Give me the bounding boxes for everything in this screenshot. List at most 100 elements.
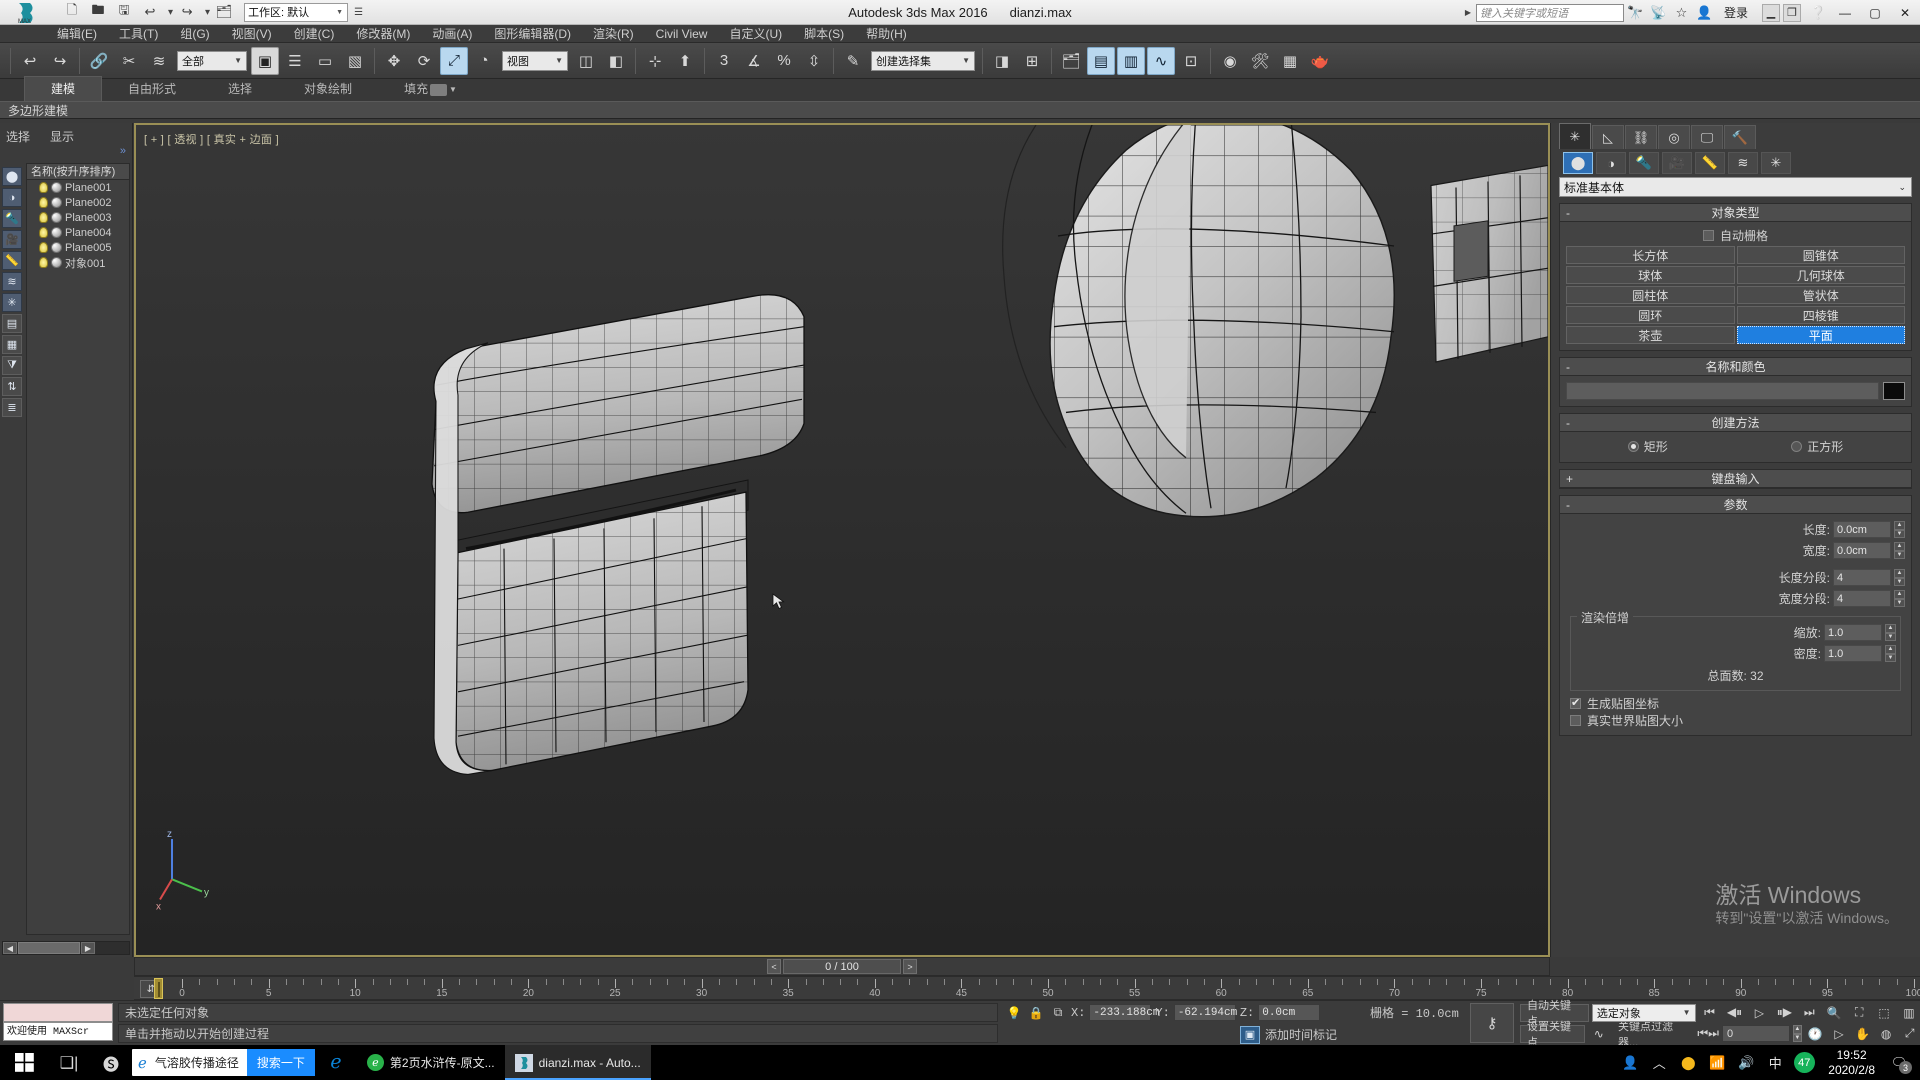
frame-readout[interactable]: 0 / 100 <box>783 959 901 974</box>
key-mode-combo[interactable]: 选定对象 ▼ <box>1591 1003 1696 1022</box>
menu-item-group[interactable]: 组(G) <box>169 25 220 43</box>
redo-icon[interactable]: ↪ <box>46 47 74 75</box>
space-warps-icon[interactable]: ≋ <box>1728 152 1758 174</box>
list-item[interactable]: Plane002 <box>27 195 129 210</box>
badge-icon[interactable]: 47 <box>1791 1045 1817 1080</box>
menu-item-create[interactable]: 创建(C) <box>283 25 346 43</box>
scroll-right-icon[interactable]: ▶ <box>81 942 95 954</box>
taskbar-item-3dsmax[interactable]: dianzi.max - Auto... <box>504 1045 651 1080</box>
zoom-icon[interactable]: 🔍 <box>1823 1004 1845 1022</box>
geometry-icon[interactable]: ⬤ <box>2 167 22 186</box>
set-key-button[interactable]: 设置关键点 <box>1520 1021 1586 1049</box>
redo-icon[interactable]: ↪ <box>175 2 199 23</box>
track-bar[interactable]: ⇵ 0 5 10 15 20 25 30 35 40 45 50 55 60 65 70 75 80 85 90 95… <box>134 976 1920 1000</box>
render-setup-icon[interactable]: 🛠 <box>1246 47 1274 75</box>
binoculars-icon[interactable]: 🔭 <box>1624 2 1647 24</box>
create-pyramid-button[interactable]: 四棱锥 <box>1736 306 1905 324</box>
taskbar-search-button[interactable]: 搜索一下 <box>246 1049 315 1076</box>
prev-frame-icon[interactable]: ◀⏸ <box>1724 1004 1746 1022</box>
menu-item-civil-view[interactable]: Civil View <box>645 25 719 43</box>
menu-item-scripting[interactable]: 脚本(S) <box>793 25 855 43</box>
mirror-icon[interactable]: ◨ <box>988 47 1016 75</box>
snap-options-icon[interactable]: ⬆ <box>671 47 699 75</box>
selection-lock-icon[interactable]: 🔒 <box>1027 1004 1045 1022</box>
undo-icon[interactable]: ↩ <box>138 2 162 23</box>
param-length-segs-spinner[interactable]: ▲ ▼ <box>1894 569 1905 586</box>
set-key-icon[interactable]: ⚷ <box>1470 1003 1514 1043</box>
radio-square-dot[interactable] <box>1791 440 1803 452</box>
create-cylinder-button[interactable]: 圆柱体 <box>1566 286 1735 304</box>
render-production-icon[interactable]: 🫖 <box>1306 47 1334 75</box>
cameras-icon[interactable]: 🎥 <box>2 230 22 249</box>
add-time-tag-label[interactable]: 添加时间标记 <box>1265 1026 1337 1043</box>
modify-tab[interactable]: ◺ <box>1592 125 1624 149</box>
param-width-segs-field[interactable]: 4 <box>1833 590 1891 607</box>
z-field[interactable]: 0.0cm <box>1258 1004 1321 1021</box>
zoom-all-icon[interactable]: ▥ <box>1898 1004 1920 1022</box>
ribbon-toggle-icon[interactable]: ▥ <box>1117 46 1145 75</box>
workspace-combo[interactable]: 工作区: 默认 ▼ <box>244 2 349 22</box>
show-hidden-icons-icon[interactable]: ︿ <box>1646 1045 1672 1080</box>
pan-icon[interactable]: ✋ <box>1852 1025 1873 1043</box>
expand-icon[interactable]: + <box>1566 472 1573 486</box>
create-tab[interactable]: ✳ <box>1559 123 1591 149</box>
select-object-icon[interactable]: ▣ <box>251 46 279 75</box>
maximize-icon[interactable]: ▢ <box>1860 0 1890 25</box>
time-slider[interactable]: < 0 / 100 > <box>134 957 1550 976</box>
scene-explorer-expand-icon[interactable]: » <box>0 145 132 159</box>
real-world-map-size-row[interactable]: 真实世界贴图大小 <box>1566 712 1905 729</box>
field-of-view-icon[interactable]: ▷ <box>1829 1025 1850 1043</box>
inner-restore-icon[interactable]: ❐ <box>1783 3 1801 22</box>
goto-end-icon[interactable]: ⏭ <box>1798 1004 1820 1022</box>
menu-item-views[interactable]: 视图(V) <box>221 25 283 43</box>
start-button[interactable] <box>0 1045 48 1080</box>
time-configuration-icon[interactable]: 🕐 <box>1805 1025 1826 1043</box>
undo-dropdown-icon[interactable]: ▾ <box>168 7 173 18</box>
notifications-icon[interactable]: 🗨 3 <box>1886 1045 1912 1080</box>
people-icon[interactable]: 👤 <box>1617 1045 1643 1080</box>
object-color-swatch[interactable] <box>1883 382 1905 400</box>
scene-explorer-tab-select[interactable]: 选择 <box>6 128 30 145</box>
scroll-left-icon[interactable]: ◀ <box>3 942 17 954</box>
helpers-icon[interactable]: 📏 <box>1695 152 1725 174</box>
bind-space-warp-icon[interactable]: ≋ <box>145 47 173 75</box>
open-icon[interactable]: 🖿 <box>86 2 110 23</box>
motion-tab[interactable]: ◎ <box>1658 125 1690 149</box>
snaps-3-icon[interactable]: 3 <box>710 47 738 75</box>
menu-item-rendering[interactable]: 渲染(R) <box>582 25 645 43</box>
select-and-place-icon[interactable]: ◔ <box>470 47 498 75</box>
list-item[interactable]: Plane005 <box>27 240 129 255</box>
align-icon[interactable]: ⊞ <box>1018 47 1046 75</box>
menu-item-customize[interactable]: 自定义(U) <box>718 25 793 43</box>
save-icon[interactable]: 🖫 <box>112 2 136 23</box>
key-mode-icon[interactable]: ▣ <box>1240 1025 1260 1044</box>
ribbon-options-dropdown[interactable]: ▼ <box>430 81 458 98</box>
account-icon[interactable]: 👤 <box>1693 2 1716 24</box>
object-name-input[interactable] <box>1566 382 1879 400</box>
display-tab[interactable]: 🖵 <box>1691 125 1723 149</box>
generate-mapping-coords-checkbox[interactable] <box>1570 696 1581 709</box>
frame-spinner[interactable]: ▲ ▼ <box>1792 1025 1803 1042</box>
scrollbar-thumb[interactable] <box>18 942 80 954</box>
rollout-keyboard-entry-header[interactable]: + 键盘输入 <box>1560 470 1911 488</box>
search-input[interactable]: 键入关键字或短语 <box>1475 3 1624 22</box>
scene-explorer-tab-display[interactable]: 显示 <box>50 128 74 145</box>
help-icon[interactable]: ❔ <box>1807 2 1830 24</box>
systems-icon[interactable]: ✳ <box>2 293 22 312</box>
real-world-map-size-checkbox[interactable] <box>1570 715 1581 726</box>
edge-browser-icon[interactable]: ℯ <box>315 1045 357 1080</box>
goto-start-icon[interactable]: ⏮ <box>1699 1004 1721 1022</box>
lights-icon[interactable]: 🔦 <box>1629 152 1659 174</box>
lock-selection-icon[interactable]: 💡 <box>1005 1004 1023 1022</box>
key-filters-button[interactable]: 关键点过滤器... <box>1612 1021 1694 1049</box>
orbit-icon[interactable]: ◍ <box>1876 1025 1897 1043</box>
menu-item-tools[interactable]: 工具(T) <box>108 25 169 43</box>
clock[interactable]: 19:52 2020/2/8 <box>1820 1048 1883 1078</box>
reference-coordinate-combo[interactable]: 视图 ▼ <box>502 50 568 71</box>
select-by-name-icon[interactable]: ☰ <box>281 47 309 75</box>
play-icon[interactable]: ▷ <box>1748 1004 1770 1022</box>
taskbar-item-browser[interactable]: ℯ 第2页水浒传-原文... <box>357 1045 505 1080</box>
sign-in-button[interactable]: 登录 <box>1716 4 1756 21</box>
zoom-region-icon[interactable]: ⛶ <box>1848 1004 1870 1022</box>
taskbar-search-box[interactable]: ℯ 气溶胶传播途径 搜索一下 <box>132 1049 315 1076</box>
